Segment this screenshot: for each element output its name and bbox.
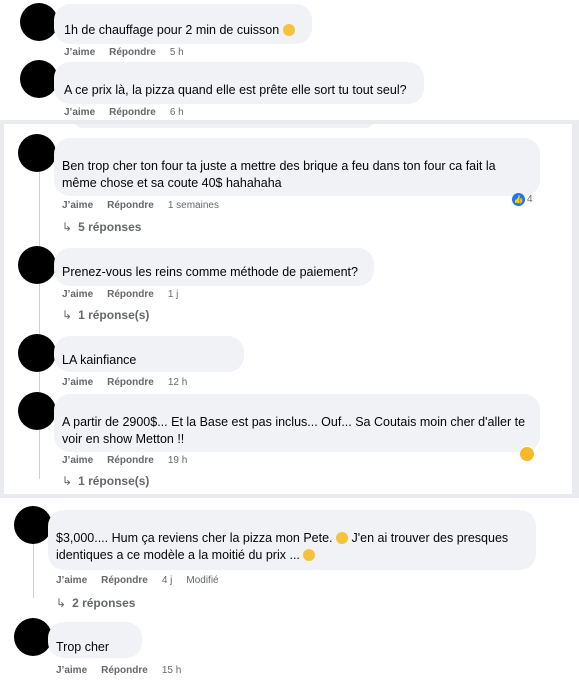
like-reaction-icon[interactable]: 👍 bbox=[512, 193, 525, 206]
like-button[interactable]: J’aime bbox=[64, 47, 95, 58]
reply-button[interactable]: Répondre bbox=[107, 200, 154, 211]
like-button[interactable]: J’aime bbox=[62, 455, 93, 466]
comment-actions: J’aime Répondre 5 h bbox=[64, 47, 184, 58]
haha-reaction-icon[interactable] bbox=[519, 446, 535, 462]
reply-button[interactable]: Répondre bbox=[101, 665, 148, 676]
view-replies-link[interactable]: ↳ 5 réponses bbox=[62, 220, 141, 234]
like-button[interactable]: J’aime bbox=[62, 200, 93, 211]
reply-arrow-icon: ↳ bbox=[62, 308, 73, 322]
reply-arrow-icon: ↳ bbox=[56, 596, 67, 610]
comment-actions: J’aime Répondre 19 h bbox=[62, 455, 187, 466]
reply-button[interactable]: Répondre bbox=[107, 377, 154, 388]
like-button[interactable]: J’aime bbox=[56, 575, 87, 586]
comment-text: $3,000.... Hum ça reviens cher la pizza … bbox=[56, 531, 509, 562]
comment-text: LA kainfiance bbox=[62, 353, 137, 367]
comment-text: A partir de 2900$... Et la Base est pas … bbox=[62, 415, 526, 446]
comment-panel-2: Ben trop cher ton four ta juste a mettre… bbox=[4, 124, 572, 494]
timestamp: 6 h bbox=[169, 107, 184, 118]
comment-actions: J’aime Répondre 12 h bbox=[62, 377, 187, 388]
avatar[interactable] bbox=[14, 506, 52, 544]
reply-arrow-icon: ↳ bbox=[62, 220, 73, 234]
comment-actions: J’aime Répondre 1 semaines bbox=[62, 200, 219, 211]
timestamp: 5 h bbox=[169, 47, 184, 58]
thread-line bbox=[33, 538, 34, 598]
edited-label: Modifié bbox=[186, 575, 219, 586]
comment-actions: J’aime Répondre 6 h bbox=[64, 107, 184, 118]
timestamp: 19 h bbox=[167, 455, 188, 466]
reply-button[interactable]: Répondre bbox=[101, 575, 148, 586]
reply-arrow-icon: ↳ bbox=[62, 474, 73, 488]
comment-panel-3: $3,000.... Hum ça reviens cher la pizza … bbox=[0, 498, 579, 690]
comment-bubble-fragment bbox=[74, 124, 374, 128]
reply-button[interactable]: Répondre bbox=[109, 107, 156, 118]
view-replies-link[interactable]: ↳ 1 réponse(s) bbox=[62, 308, 149, 322]
emoji-icon bbox=[303, 549, 316, 561]
reply-button[interactable]: Répondre bbox=[109, 47, 156, 58]
reaction-count: 4 bbox=[527, 194, 533, 205]
comment-text: A ce prix là, la pizza quand elle est pr… bbox=[64, 83, 407, 97]
timestamp: 15 h bbox=[161, 665, 182, 676]
emoji-icon bbox=[336, 532, 349, 544]
emoji-icon bbox=[282, 24, 295, 36]
reply-button[interactable]: Répondre bbox=[107, 289, 154, 300]
comment-actions: J’aime Répondre 1 j bbox=[62, 289, 178, 300]
reply-button[interactable]: Répondre bbox=[107, 455, 154, 466]
like-button[interactable]: J’aime bbox=[64, 107, 95, 118]
avatar[interactable] bbox=[18, 392, 56, 430]
comment-text: Ben trop cher ton four ta juste a mettre… bbox=[62, 159, 496, 190]
like-button[interactable]: J’aime bbox=[62, 289, 93, 300]
comment-panel-1: 1h de chauffage pour 2 min de cuisson J’… bbox=[0, 0, 579, 120]
view-replies-link[interactable]: ↳ 2 réponses bbox=[56, 596, 135, 610]
comment-text: Trop cher bbox=[56, 640, 110, 654]
timestamp: 4 j bbox=[161, 575, 173, 586]
avatar[interactable] bbox=[20, 3, 58, 41]
avatar[interactable] bbox=[18, 334, 56, 372]
avatar[interactable] bbox=[20, 60, 58, 98]
timestamp: 12 h bbox=[167, 377, 188, 388]
thread-line bbox=[39, 169, 40, 479]
timestamp: 1 j bbox=[167, 289, 179, 300]
avatar[interactable] bbox=[18, 246, 56, 284]
comment-actions: J’aime Répondre 15 h bbox=[56, 665, 181, 676]
comment-text: Prenez-vous les reins comme méthode de p… bbox=[62, 265, 358, 279]
timestamp: 1 semaines bbox=[167, 200, 219, 211]
view-replies-link[interactable]: ↳ 1 réponse(s) bbox=[62, 474, 149, 488]
like-button[interactable]: J’aime bbox=[62, 377, 93, 388]
avatar[interactable] bbox=[18, 134, 56, 172]
avatar[interactable] bbox=[14, 618, 52, 656]
comment-text: 1h de chauffage pour 2 min de cuisson bbox=[64, 22, 295, 39]
like-button[interactable]: J’aime bbox=[56, 665, 87, 676]
comment-actions: J’aime Répondre 4 j Modifié bbox=[56, 575, 219, 586]
